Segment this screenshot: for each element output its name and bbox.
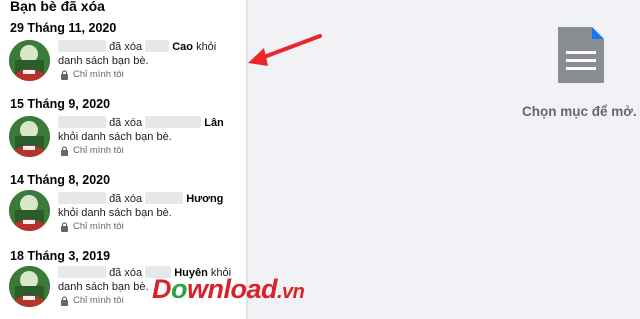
redacted-name	[145, 40, 170, 52]
avatar-image-icon	[9, 116, 50, 157]
friend-name[interactable]: Cao	[172, 41, 193, 53]
redacted-name	[58, 266, 106, 278]
privacy-label[interactable]: Chỉ mình tôi	[60, 69, 124, 81]
empty-state-message: Chọn mục để mở.	[522, 104, 637, 119]
entry-date: 18 Tháng 3, 2019	[10, 249, 111, 263]
panel-title: Bạn bè đã xóa	[10, 0, 105, 14]
deleted-verb: đã xóa	[109, 41, 143, 53]
redacted-name	[145, 116, 202, 128]
deleted-verb: đã xóa	[109, 267, 143, 279]
deleted-verb: đã xóa	[109, 193, 143, 205]
entry-date: 15 Tháng 9, 2020	[10, 97, 111, 111]
lock-icon	[61, 296, 68, 306]
entry-suffix: khỏi danh sách bạn bè.	[58, 131, 172, 143]
avatar[interactable]	[9, 116, 50, 157]
lock-icon	[61, 146, 68, 156]
watermark: Download.vn	[152, 274, 305, 304]
friend-name[interactable]: Hương	[186, 193, 223, 205]
avatar[interactable]	[9, 266, 50, 307]
redacted-name	[145, 192, 184, 204]
entry-date: 29 Tháng 11, 2020	[10, 21, 117, 35]
privacy-label[interactable]: Chỉ mình tôi	[60, 221, 124, 233]
red-arrow-icon	[248, 34, 322, 66]
avatar[interactable]	[9, 190, 50, 231]
deleted-verb: đã xóa	[109, 117, 143, 129]
redacted-name	[58, 116, 106, 128]
entry-description: đã xóa Lân khỏi danh sách bạn bè.	[58, 116, 242, 144]
entry-suffix: khỏi danh sách bạn bè.	[58, 207, 172, 219]
privacy-label[interactable]: Chỉ mình tôi	[60, 295, 124, 307]
lock-icon	[61, 222, 68, 232]
avatar-image-icon	[9, 40, 50, 81]
document-icon	[558, 27, 604, 83]
privacy-label[interactable]: Chỉ mình tôi	[60, 145, 124, 157]
entry-description: đã xóa Hương khỏi danh sách bạn bè.	[58, 192, 242, 220]
avatar[interactable]	[9, 40, 50, 81]
lock-icon	[61, 70, 68, 80]
avatar-image-icon	[9, 190, 50, 231]
redacted-name	[58, 40, 106, 52]
deleted-friends-panel: Bạn bè đã xóa 29 Tháng 11, 2020 đã xóa C…	[0, 0, 246, 319]
avatar-image-icon	[9, 266, 50, 307]
friend-name[interactable]: Lân	[204, 117, 224, 129]
redacted-name	[58, 192, 106, 204]
entry-description: đã xóa Cao khỏi danh sách bạn bè.	[58, 40, 242, 68]
entry-date: 14 Tháng 8, 2020	[10, 173, 111, 187]
